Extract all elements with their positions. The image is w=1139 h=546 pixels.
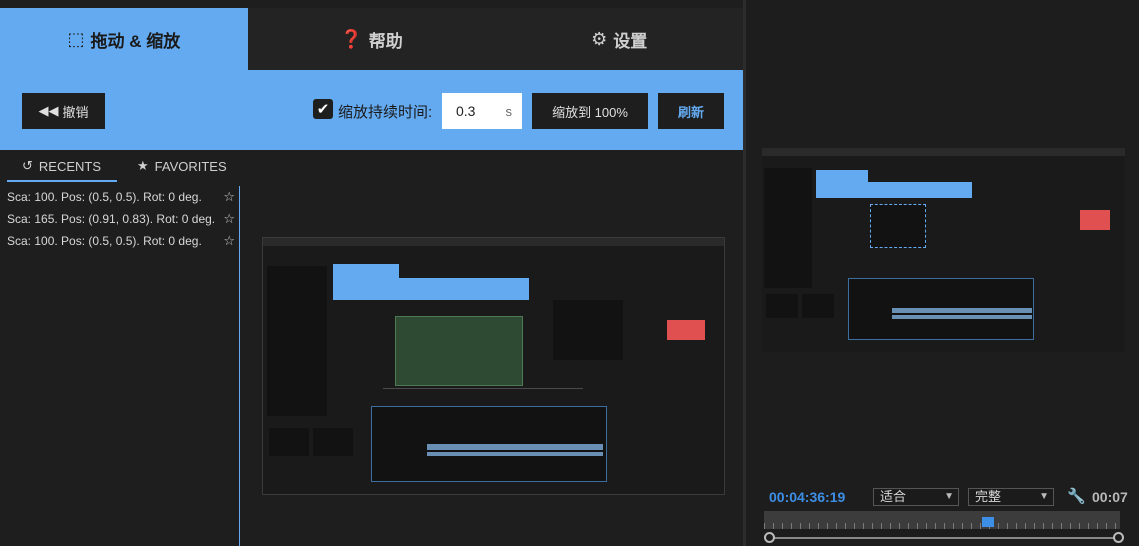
star-outline-icon[interactable]: ☆: [223, 186, 235, 208]
undo-button[interactable]: ◀◀ 撤销: [22, 93, 105, 129]
monitor-image: [762, 148, 1125, 352]
tab-recents[interactable]: ↺ RECENTS: [22, 158, 101, 174]
duration-value: 0.3: [456, 103, 476, 119]
mini-panel: [267, 266, 327, 416]
mini-clip: [313, 428, 353, 456]
playhead-marker[interactable]: [982, 517, 994, 527]
wrench-icon[interactable]: 🔧: [1067, 487, 1086, 505]
undo-label: 撤销: [62, 104, 89, 120]
mini-titlebar: [263, 238, 724, 246]
duration-checkbox[interactable]: ✔: [313, 99, 333, 119]
mini-track: [427, 452, 603, 456]
preview-image: [263, 238, 724, 494]
star-outline-icon[interactable]: ☆: [223, 230, 235, 252]
list-item-text: Sca: 100. Pos: (0.5, 0.5). Rot: 0 deg.: [7, 234, 202, 248]
mini-thumb: [553, 300, 623, 360]
quality-value: 完整: [975, 489, 1002, 504]
zoom-handle-left[interactable]: [764, 532, 775, 543]
mini-toolbar: [333, 278, 529, 300]
mini-clip: [269, 428, 309, 456]
refresh-button[interactable]: 刷新: [658, 93, 724, 129]
fit-value: 适合: [880, 489, 907, 504]
history-tabs: ↺ RECENTS ★ FAVORITES: [0, 150, 240, 182]
tab-favorites[interactable]: ★ FAVORITES: [137, 158, 227, 174]
tab-help-label: 帮助: [368, 31, 403, 51]
zoom-plugin-panel: ⬚ 拖动 & 缩放 ❓ 帮助 ⚙ 设置 ◀◀ 撤销 ✔ 缩放持续时间: 0.3 …: [0, 0, 746, 546]
recents-label: RECENTS: [38, 158, 102, 174]
favorites-label: FAVORITES: [154, 158, 227, 174]
mini-video: [395, 316, 523, 386]
duration-input[interactable]: 0.3 s: [442, 93, 522, 129]
snapshot-preview: [262, 237, 725, 495]
mini-selection: [870, 204, 926, 248]
quality-dropdown[interactable]: 完整 ▼: [968, 488, 1054, 506]
playhead-timecode[interactable]: 00:04:36:19: [769, 489, 845, 505]
active-tab-underline: [7, 180, 117, 182]
timeline-scrubber[interactable]: [764, 511, 1120, 529]
zoom-handle-right[interactable]: [1113, 532, 1124, 543]
mini-tab: [333, 264, 399, 278]
history-icon: ↺: [22, 158, 33, 173]
tab-bar: ⬚ 拖动 & 缩放 ❓ 帮助 ⚙ 设置: [0, 8, 743, 70]
mini-red-block: [667, 320, 705, 340]
mini-tab: [816, 170, 868, 182]
mini-clip: [802, 294, 834, 318]
list-item[interactable]: Sca: 165. Pos: (0.91, 0.83). Rot: 0 deg.…: [0, 208, 239, 230]
tab-drag-zoom-label: 拖动 & 缩放: [90, 31, 181, 51]
toolbar: ◀◀ 撤销 ✔ 缩放持续时间: 0.3 s 缩放到 100% 刷新: [0, 70, 743, 150]
tab-settings[interactable]: ⚙ 设置: [495, 8, 743, 70]
star-filled-icon: ★: [137, 158, 149, 173]
mini-divider: [383, 388, 583, 389]
duration-unit: s: [505, 104, 513, 119]
program-monitor-view: [762, 148, 1125, 352]
gear-icon: ⚙: [591, 28, 608, 49]
fit-dropdown[interactable]: 适合 ▼: [873, 488, 959, 506]
mini-titlebar: [762, 148, 1125, 156]
scrubber-ticks: [764, 523, 1120, 529]
help-icon: ❓: [340, 28, 363, 49]
list-item[interactable]: Sca: 100. Pos: (0.5, 0.5). Rot: 0 deg. ☆: [0, 186, 239, 208]
recents-list: Sca: 100. Pos: (0.5, 0.5). Rot: 0 deg. ☆…: [0, 186, 240, 546]
mini-red-block: [1080, 210, 1110, 230]
mini-track: [892, 308, 1032, 313]
tab-settings-label: 设置: [613, 31, 648, 51]
zoom-to-100-button[interactable]: 缩放到 100%: [532, 93, 648, 129]
duration-timecode: 00:07: [1092, 489, 1128, 505]
list-item-text: Sca: 100. Pos: (0.5, 0.5). Rot: 0 deg.: [7, 190, 202, 204]
drag-select-icon: ⬚: [67, 28, 85, 49]
mini-toolbar: [816, 182, 972, 198]
zoom-scrollbar[interactable]: [764, 532, 1124, 543]
mini-track: [427, 444, 603, 450]
duration-label: 缩放持续时间:: [338, 104, 433, 121]
tab-help[interactable]: ❓ 帮助: [248, 8, 496, 70]
app-window: ⬚ 拖动 & 缩放 ❓ 帮助 ⚙ 设置 ◀◀ 撤销 ✔ 缩放持续时间: 0.3 …: [0, 0, 1139, 546]
list-item[interactable]: Sca: 100. Pos: (0.5, 0.5). Rot: 0 deg. ☆: [0, 230, 239, 252]
mini-clip: [766, 294, 798, 318]
mini-panel: [764, 168, 812, 288]
chevron-down-icon: ▼: [1039, 491, 1049, 502]
list-item-text: Sca: 165. Pos: (0.91, 0.83). Rot: 0 deg.: [7, 212, 216, 226]
star-outline-icon[interactable]: ☆: [223, 208, 235, 230]
rewind-icon: ◀◀: [38, 103, 59, 118]
chevron-down-icon: ▼: [944, 491, 954, 502]
mini-track: [892, 315, 1032, 319]
tab-drag-zoom[interactable]: ⬚ 拖动 & 缩放: [0, 8, 248, 70]
